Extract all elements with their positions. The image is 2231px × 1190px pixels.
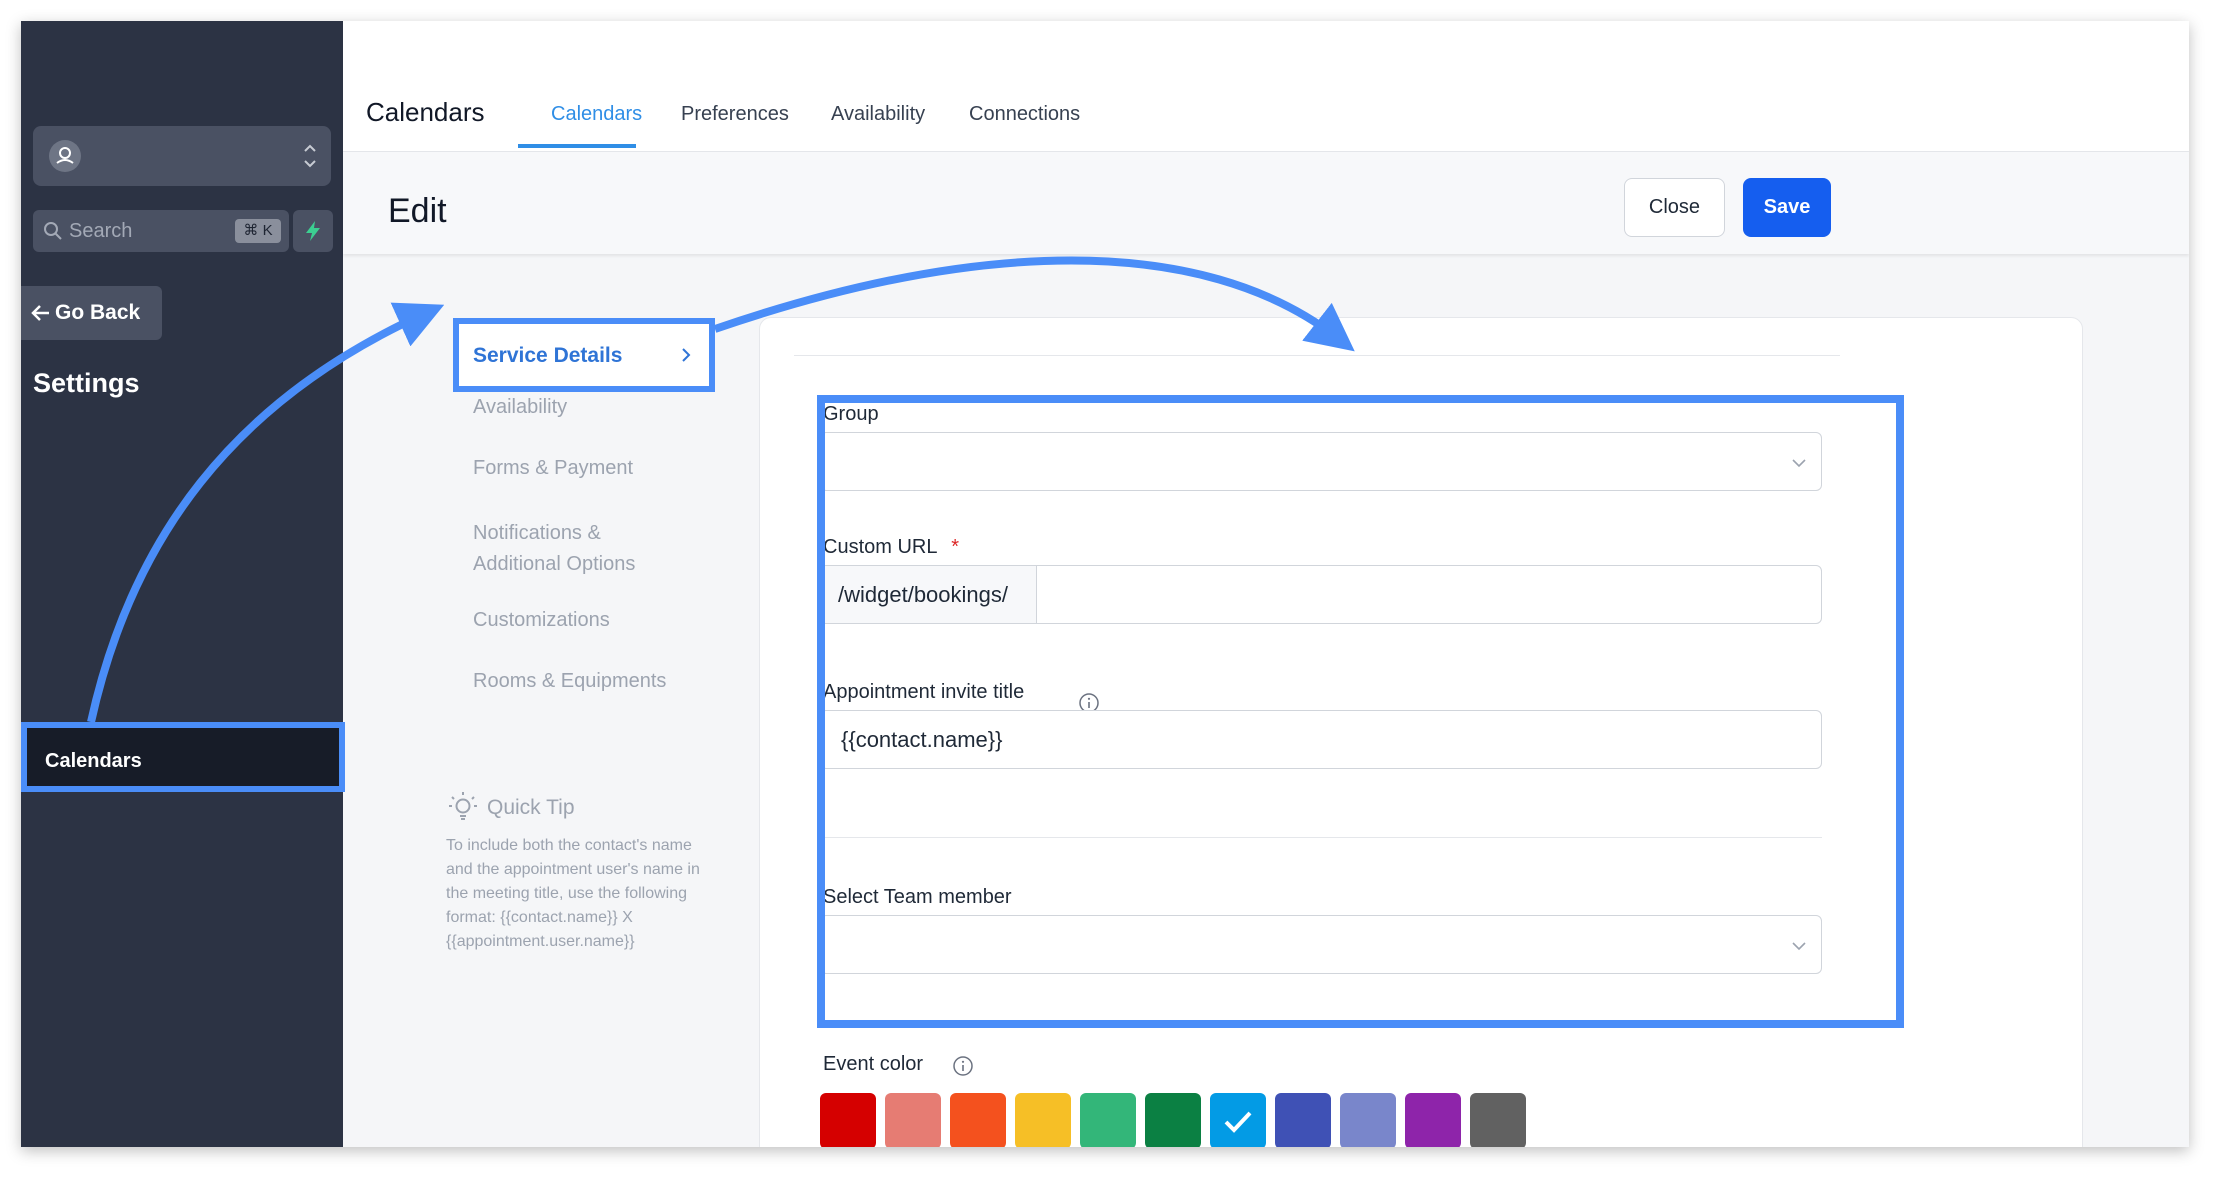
annotation-arrows — [87, 256, 1355, 723]
arrow-to-form-fields — [713, 256, 1355, 352]
app-window: Search ⌘ K Go Back Settings Calendars Ca… — [21, 21, 2189, 1147]
arrow-to-service-details — [87, 302, 445, 723]
